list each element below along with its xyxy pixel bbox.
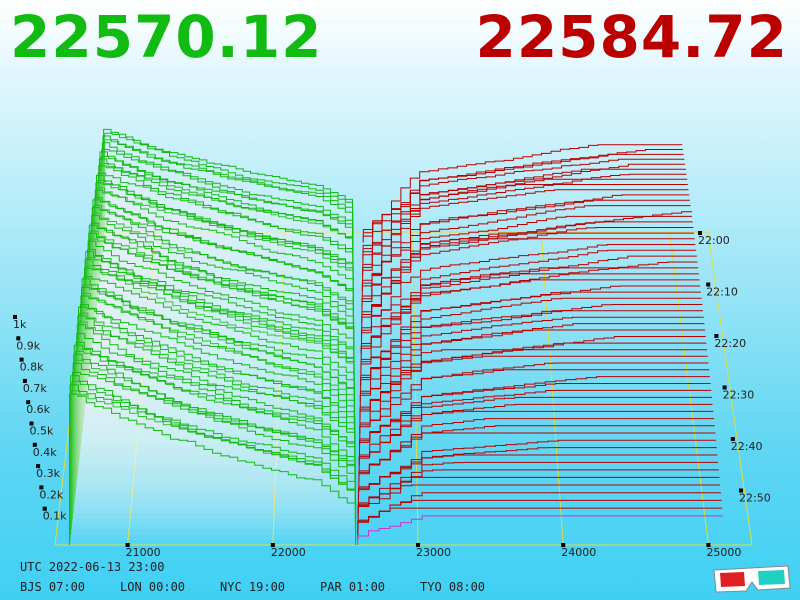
volume-tick-label: 0.7k (23, 382, 47, 395)
time-tick-label: 22:20 (714, 337, 746, 350)
ask-depth-slice (360, 304, 703, 386)
price-tick-label: 23000 (416, 546, 451, 559)
tz-nyc: NYC 19:00 (220, 580, 286, 594)
ask-depth-slice (357, 515, 723, 545)
price-grid-line (540, 231, 564, 546)
volume-tick-label: 1k (13, 318, 27, 331)
ask-depth-slice (359, 349, 708, 423)
ask-depth-slice (362, 144, 683, 232)
ask-depth-slice (357, 476, 720, 519)
utc-time: UTC 2022-06-13 23:00 (20, 560, 165, 574)
volume-tick-label: 0.5k (30, 425, 54, 438)
volume-tick-label: 0.2k (39, 488, 63, 501)
ask-depth-slice (357, 507, 723, 540)
ask-depth-slice (361, 249, 697, 339)
volume-tick-label: 0.9k (16, 339, 40, 352)
price-tick-label: 25000 (706, 546, 741, 559)
ask-depth-slice (362, 189, 689, 280)
ask-depth-slice (359, 342, 707, 418)
3d-glasses-icon[interactable] (712, 562, 792, 596)
depth-chart: 21000 22000 23000 24000 25000 0.1k 0.2k 0.3k 0.4… (13, 128, 771, 559)
volume-tick-label: 0.1k (43, 510, 67, 523)
volume-tick-label: 0.6k (26, 403, 50, 416)
tz-lon: LON 00:00 (120, 580, 186, 594)
tz-par: PAR 01:00 (320, 580, 386, 594)
price-tick-label: 21000 (126, 546, 161, 559)
tz-tyo: TYO 08:00 (420, 580, 486, 594)
ask-depth-slice (359, 336, 706, 413)
time-tick-label: 22:50 (739, 492, 771, 505)
ask-price: 22584.72 (475, 3, 788, 71)
price-grid-line (412, 231, 419, 546)
ask-depth-slice (357, 492, 721, 530)
depth-slices (69, 128, 723, 545)
ask-depth-slice (357, 484, 721, 524)
ask-depth-slice (361, 238, 695, 328)
time-tick-label: 22:40 (731, 440, 763, 453)
volume-tick-label: 0.4k (33, 446, 57, 459)
ask-depth-slice (359, 362, 709, 434)
price-tick-label: 24000 (561, 546, 596, 559)
time-tick-label: 22:30 (723, 389, 755, 402)
time-tick-label: 22:00 (698, 234, 730, 247)
bid-price: 22570.12 (10, 3, 323, 71)
tz-bjs: BJS 07:00 (20, 580, 86, 594)
ask-depth-slice (359, 329, 706, 408)
ask-depth-slice (357, 469, 719, 514)
ask-depth-slice (359, 389, 712, 455)
volume-tick-label: 0.8k (20, 361, 44, 374)
price-tick-label: 22000 (271, 546, 306, 559)
ask-depth-slice (357, 499, 722, 535)
time-tick-label: 22:10 (706, 286, 738, 299)
ask-depth-slice (358, 396, 712, 461)
volume-tick-label: 0.3k (36, 467, 60, 480)
ask-depth-slice (360, 261, 698, 349)
ask-depth-slice (361, 232, 694, 323)
price-grid-line (669, 231, 709, 546)
